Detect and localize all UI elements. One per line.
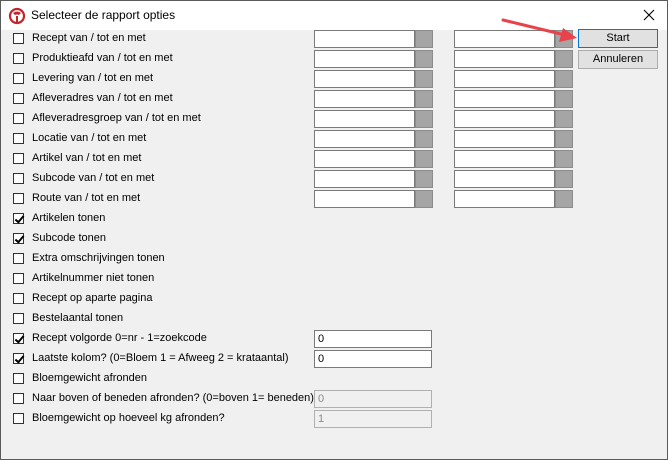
range-row-8-label: Route van / tot en met [32,192,141,204]
value-field-0[interactable]: 0 [314,330,432,348]
range-from-field-0[interactable] [314,30,415,48]
value-row-3-label: Naar boven of beneden afronden? (0=boven… [32,392,314,404]
range-from-field-2[interactable] [314,70,415,88]
range-to-field-3[interactable] [454,90,555,108]
value-row-0-checkbox[interactable] [13,333,24,344]
range-row-6-checkbox[interactable] [13,153,24,164]
value-row-3-checkbox[interactable] [13,393,24,404]
value-field-4[interactable]: 1 [314,410,432,428]
range-to-lookup-button-3[interactable] [555,90,573,108]
range-row-2-checkbox[interactable] [13,73,24,84]
range-to-field-6[interactable] [454,150,555,168]
option-row-5-label: Bestelaantal tonen [32,312,124,324]
close-icon[interactable] [639,5,659,25]
value-row-2-checkbox[interactable] [13,373,24,384]
range-row-0-label: Recept van / tot en met [32,32,146,44]
range-row-5-checkbox[interactable] [13,133,24,144]
range-from-lookup-button-2[interactable] [415,70,433,88]
range-from-field-1[interactable] [314,50,415,68]
range-row-1-checkbox[interactable] [13,53,24,64]
range-row-1-label: Produktieafd van / tot en met [32,52,173,64]
option-row-3-label: Artikelnummer niet tonen [32,272,155,284]
range-from-field-5[interactable] [314,130,415,148]
range-row-4-checkbox[interactable] [13,113,24,124]
range-to-lookup-button-2[interactable] [555,70,573,88]
report-options-dialog: Selecteer de rapport opties Recept van /… [0,0,668,460]
range-row-7-checkbox[interactable] [13,173,24,184]
range-from-lookup-button-5[interactable] [415,130,433,148]
option-row-3-checkbox[interactable] [13,273,24,284]
cancel-button[interactable]: Annuleren [578,50,658,69]
range-to-lookup-button-4[interactable] [555,110,573,128]
option-row-5-checkbox[interactable] [13,313,24,324]
value-row-2-label: Bloemgewicht afronden [32,372,147,384]
value-row-4-checkbox[interactable] [13,413,24,424]
range-row-3-label: Afleveradres van / tot en met [32,92,173,104]
value-field-3[interactable]: 0 [314,390,432,408]
value-field-1[interactable]: 0 [314,350,432,368]
range-from-lookup-button-8[interactable] [415,190,433,208]
window-title: Selecteer de rapport opties [31,8,176,22]
range-from-field-4[interactable] [314,110,415,128]
range-row-3-checkbox[interactable] [13,93,24,104]
range-from-lookup-button-7[interactable] [415,170,433,188]
annotation-arrow [501,18,577,42]
range-from-lookup-button-1[interactable] [415,50,433,68]
app-logo-icon [8,7,26,25]
range-row-2-label: Levering van / tot en met [32,72,154,84]
option-row-1-label: Subcode tonen [32,232,107,244]
range-from-field-8[interactable] [314,190,415,208]
range-from-field-6[interactable] [314,150,415,168]
range-to-lookup-button-5[interactable] [555,130,573,148]
range-to-field-4[interactable] [454,110,555,128]
value-row-0-label: Recept volgorde 0=nr - 1=zoekcode [32,332,207,344]
range-from-lookup-button-6[interactable] [415,150,433,168]
start-button[interactable]: Start [578,29,658,48]
range-to-field-8[interactable] [454,190,555,208]
option-row-0-label: Artikelen tonen [32,212,106,224]
range-to-field-1[interactable] [454,50,555,68]
range-from-lookup-button-4[interactable] [415,110,433,128]
range-row-0-checkbox[interactable] [13,33,24,44]
value-row-1-checkbox[interactable] [13,353,24,364]
range-from-lookup-button-3[interactable] [415,90,433,108]
range-row-4-label: Afleveradresgroep van / tot en met [32,112,201,124]
range-to-lookup-button-8[interactable] [555,190,573,208]
range-to-lookup-button-7[interactable] [555,170,573,188]
option-row-1-checkbox[interactable] [13,233,24,244]
option-row-0-checkbox[interactable] [13,213,24,224]
range-from-field-3[interactable] [314,90,415,108]
option-row-4-checkbox[interactable] [13,293,24,304]
range-to-field-2[interactable] [454,70,555,88]
option-row-2-label: Extra omschrijvingen tonen [32,252,165,264]
range-row-8-checkbox[interactable] [13,193,24,204]
range-to-lookup-button-6[interactable] [555,150,573,168]
range-row-7-label: Subcode van / tot en met [32,172,155,184]
option-row-2-checkbox[interactable] [13,253,24,264]
range-from-lookup-button-0[interactable] [415,30,433,48]
range-to-field-7[interactable] [454,170,555,188]
range-row-5-label: Locatie van / tot en met [32,132,147,144]
value-row-1-label: Laatste kolom? (0=Bloem 1 = Afweeg 2 = k… [32,352,289,364]
range-row-6-label: Artikel van / tot en met [32,152,142,164]
range-to-lookup-button-1[interactable] [555,50,573,68]
value-row-4-label: Bloemgewicht op hoeveel kg afronden? [32,412,225,424]
option-row-4-label: Recept op aparte pagina [32,292,153,304]
range-to-field-5[interactable] [454,130,555,148]
range-from-field-7[interactable] [314,170,415,188]
